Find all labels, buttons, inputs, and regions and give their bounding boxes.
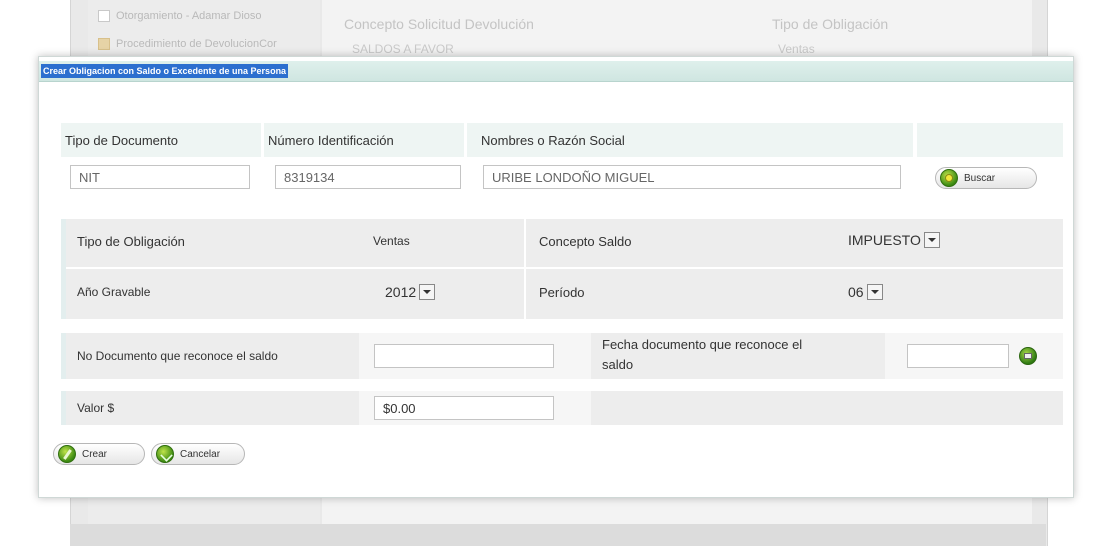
grid-left-edge — [61, 219, 66, 319]
background-header-tipo: Tipo de Obligación — [772, 16, 889, 32]
cancel-icon — [156, 445, 174, 463]
dialog-header: Crear Obligacion con Saldo o Excedente d… — [39, 61, 1073, 82]
no-documento-input[interactable] — [374, 344, 554, 368]
grid-divider — [524, 219, 526, 319]
fecha-documento-label: Fecha documento que reconoce el — [602, 337, 803, 352]
buscar-label: Buscar — [964, 172, 996, 184]
calendar-icon[interactable] — [1019, 347, 1037, 365]
nombres-input[interactable] — [483, 165, 901, 189]
periodo-label: Período — [539, 285, 585, 300]
anio-gravable-value: 2012 — [385, 284, 417, 301]
anio-gravable-select[interactable]: 2012 — [385, 283, 436, 303]
background-header-concepto: Concepto Solicitud Devolución — [344, 16, 534, 32]
numero-identificacion-input[interactable] — [275, 165, 461, 189]
buscar-button[interactable]: Buscar — [935, 167, 1037, 189]
tipo-documento-label: Tipo de Documento — [65, 133, 178, 148]
header-cell-tipo-documento: Tipo de Documento — [61, 123, 261, 157]
chevron-down-icon[interactable] — [866, 284, 883, 301]
background-tree-item: Procedimiento de DevolucionCor — [98, 38, 277, 51]
tipo-obligacion-value: Ventas — [373, 234, 410, 248]
chevron-down-icon[interactable] — [923, 232, 940, 249]
background-footer — [70, 524, 1046, 546]
numero-identificacion-label: Número Identificación — [268, 133, 394, 148]
fecha-documento-label-line2: saldo — [602, 357, 634, 372]
chevron-down-icon[interactable] — [419, 284, 436, 301]
crear-label: Crear — [82, 448, 108, 460]
create-obligation-dialog: Crear Obligacion con Saldo o Excedente d… — [38, 56, 1074, 498]
concepto-saldo-label: Concepto Saldo — [539, 234, 632, 249]
grid-left-edge — [61, 391, 66, 425]
header-cell-nombres: Nombres o Razón Social — [467, 123, 913, 157]
anio-gravable-label: Año Gravable — [77, 285, 151, 299]
periodo-value: 06 — [848, 284, 864, 301]
valor-input[interactable] — [374, 396, 554, 420]
no-documento-label: No Documento que reconoce el saldo — [77, 349, 278, 363]
periodo-select[interactable]: 06 — [848, 283, 883, 303]
background-tree-item: Otorgamiento - Adamar Dioso — [98, 10, 262, 23]
header-cell-empty — [917, 123, 1063, 157]
tipo-obligacion-label: Tipo de Obligación — [77, 234, 185, 249]
create-icon — [58, 445, 76, 463]
grid-divider — [61, 267, 1063, 269]
cancelar-label: Cancelar — [180, 448, 221, 460]
document-icon — [98, 10, 110, 23]
background-row-tipo: Ventas — [778, 42, 815, 56]
folder-icon — [98, 38, 110, 51]
concepto-saldo-value: IMPUESTO — [848, 232, 921, 249]
crear-button[interactable]: Crear — [53, 443, 145, 465]
background-row-concepto: SALDOS A FAVOR — [352, 42, 454, 56]
tipo-documento-input[interactable] — [70, 165, 250, 189]
dialog-title: Crear Obligacion con Saldo o Excedente d… — [41, 64, 289, 78]
fecha-documento-input[interactable] — [907, 344, 1009, 368]
nombres-label: Nombres o Razón Social — [481, 133, 625, 148]
cancelar-button[interactable]: Cancelar — [151, 443, 245, 465]
header-cell-numero-identificacion: Número Identificación — [264, 123, 464, 157]
grid-left-edge — [61, 333, 66, 379]
search-icon — [940, 169, 958, 187]
concepto-saldo-select[interactable]: IMPUESTO — [848, 231, 940, 251]
valor-label: Valor $ — [77, 401, 115, 415]
